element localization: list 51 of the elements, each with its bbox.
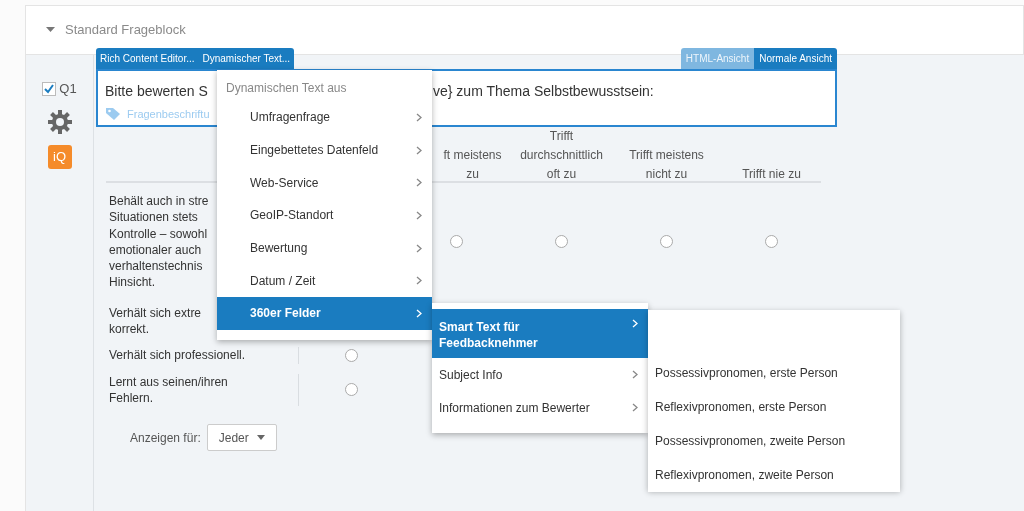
- column-header: ft meistens zu: [442, 147, 503, 183]
- menu-item[interactable]: Subject Info: [432, 358, 648, 391]
- radio-button[interactable]: [765, 235, 778, 249]
- menu-item[interactable]: Reflexivpronomen, erste Person: [648, 390, 900, 424]
- question-text: Bitte bewerten S: [105, 82, 208, 101]
- menu-item[interactable]: Datum / Zeit: [217, 264, 432, 298]
- toolbar-button[interactable]: Rich Content Editor...: [96, 48, 199, 69]
- menu-item[interactable]: 360er Felder: [217, 297, 432, 330]
- chevron-right-icon: [632, 319, 638, 328]
- settings-icon[interactable]: [46, 108, 73, 135]
- question-text: ve} zum Thema Selbstbewusstsein:: [433, 82, 654, 101]
- menu-item[interactable]: GeoIP-Standort: [217, 199, 432, 232]
- question-checkbox[interactable]: [42, 81, 57, 96]
- radio-button[interactable]: [345, 349, 358, 362]
- menu-item[interactable]: Umfragenfrage: [217, 101, 432, 134]
- caret-icon: [256, 435, 265, 441]
- toolbar-button[interactable]: Dynamischer Text...: [198, 48, 295, 69]
- column-header: Trifft meistens nicht zu: [628, 147, 705, 183]
- menu-item[interactable]: Smart Text für Feedbacknehmer: [432, 309, 648, 358]
- collapse-caret-icon[interactable]: [46, 27, 55, 33]
- chevron-right-icon: [416, 112, 422, 122]
- menu-item[interactable]: Informationen zum Bewerter: [432, 391, 648, 424]
- chevron-right-icon: [416, 178, 422, 188]
- menu-item[interactable]: Possessivpronomen, erste Person: [648, 356, 900, 390]
- menu-header: Dynamischen Text aus: [225, 80, 348, 97]
- chevron-right-icon: [632, 370, 638, 379]
- menu-item[interactable]: Bewertung: [217, 231, 432, 265]
- radio-button[interactable]: [450, 235, 463, 249]
- chevron-right-icon: [416, 210, 422, 220]
- radio-button[interactable]: [660, 235, 673, 249]
- chevron-right-icon: [416, 276, 422, 286]
- show-for-label: Anzeigen für:: [130, 429, 201, 447]
- menu-item[interactable]: Reflexivpronomen, zweite Person: [648, 458, 900, 492]
- view-tab[interactable]: Normale Ansicht: [754, 48, 837, 69]
- column-header: Trifft nie zu: [741, 166, 802, 183]
- audience-dropdown[interactable]: Jeder: [206, 424, 277, 452]
- chevron-right-icon: [416, 243, 422, 253]
- tag-icon[interactable]: [105, 107, 121, 122]
- menu-item[interactable]: Possessivpronomen, zweite Person: [648, 424, 900, 458]
- radio-button[interactable]: [555, 235, 568, 249]
- menu-item[interactable]: Web-Service: [217, 166, 432, 200]
- question-number: Q1: [59, 80, 77, 98]
- chevron-right-icon: [416, 145, 422, 155]
- chevron-right-icon: [416, 308, 422, 318]
- row-label: Verhält sich professionell.: [106, 347, 299, 364]
- chevron-right-icon: [632, 403, 638, 412]
- block-title: Standard Frageblock: [65, 21, 186, 40]
- menu-item[interactable]: Eingebettetes Datenfeld: [217, 133, 432, 167]
- column-header: Trifft durchschnittlich oft zu: [519, 128, 604, 183]
- radio-button[interactable]: [345, 383, 358, 397]
- row-label: Lernt aus seinen/ihren Fehlern.: [106, 373, 299, 407]
